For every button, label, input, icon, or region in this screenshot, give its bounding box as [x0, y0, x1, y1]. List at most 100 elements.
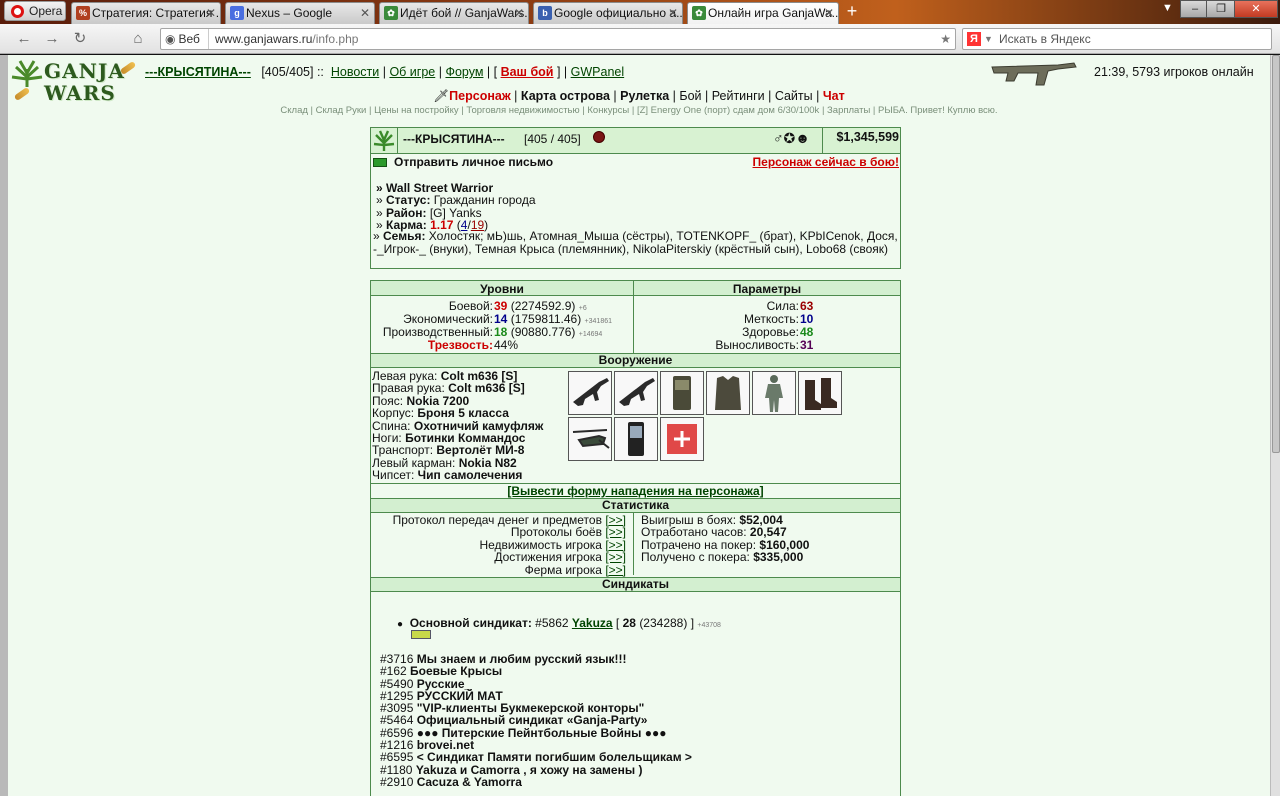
close-window-icon[interactable]: ✕: [1234, 0, 1278, 18]
opera-menu-button[interactable]: Opera: [4, 1, 66, 21]
main-syndicate: ● Основной синдикат: #5862 Yakuza [ 28 (…: [397, 616, 721, 630]
tab-bar: Opera % Стратегия: Стратегия ... ✕ g Nex…: [0, 0, 1280, 24]
your-battle-link[interactable]: Ваш бой: [501, 65, 554, 79]
profile-money: $1,345,599: [836, 130, 899, 144]
left-panel-edge: [0, 55, 8, 796]
globe-icon: ◉: [165, 32, 176, 46]
leaf-favicon-icon: ✿: [384, 6, 398, 20]
close-tab-icon[interactable]: ✕: [206, 3, 216, 23]
armament-list: Левая рука: Colt m636 [S] Правая рука: C…: [372, 369, 544, 483]
forward-icon[interactable]: →: [42, 29, 62, 49]
top-links: ---КРЫСЯТИНА--- [405/405] :: Новости | О…: [145, 65, 625, 79]
phone-pocket-slot-icon[interactable]: [614, 417, 658, 461]
status-dot-icon: [593, 131, 605, 143]
stats-title: Статистика: [371, 498, 900, 513]
scrollbar-thumb[interactable]: [1272, 55, 1280, 453]
send-mail-link[interactable]: Отправить личное письмо: [394, 155, 553, 169]
chipset-item[interactable]: Чип самолечения: [418, 468, 523, 482]
character-panel: Уровни Параметры Боевой: 39 (2274592.9) …: [370, 280, 901, 796]
bookmark-star-icon[interactable]: ★: [940, 29, 951, 49]
close-tab-icon[interactable]: ✕: [514, 3, 524, 23]
browser-tab[interactable]: b Google официально а... ✕: [533, 2, 683, 24]
tab-favicon-icon: %: [76, 6, 90, 20]
reload-icon[interactable]: ↻: [70, 29, 90, 49]
close-tab-icon[interactable]: ✕: [824, 3, 834, 23]
yandex-icon: Я: [967, 32, 981, 46]
in-battle-link[interactable]: Персонаж сейчас в бою!: [753, 155, 899, 169]
gwpanel-link[interactable]: GWPanel: [571, 65, 625, 79]
farm-link[interactable]: [>>]: [605, 563, 626, 577]
vertical-scrollbar[interactable]: [1270, 55, 1280, 796]
menu-sites[interactable]: Сайты: [775, 89, 813, 103]
close-tab-icon[interactable]: ✕: [360, 3, 370, 23]
rifle-slot-icon[interactable]: [614, 371, 658, 415]
profile-nick: ---КРЫСЯТИНА---: [403, 132, 505, 146]
menu-ratings[interactable]: Рейтинги: [712, 89, 765, 103]
main-menu: 🗡Персонаж | Карта острова | Рулетка | Бо…: [433, 89, 845, 103]
syndicates-title: Синдикаты: [371, 577, 900, 592]
back-icon[interactable]: ←: [14, 29, 34, 49]
profile-card: ---КРЫСЯТИНА--- [405 / 405] ♂✪☻ $1,345,5…: [370, 127, 901, 269]
tab-list-icon[interactable]: ▼: [1162, 2, 1173, 14]
browser-tab[interactable]: % Стратегия: Стратегия ... ✕: [71, 2, 221, 24]
server-time-online: 21:39, 5793 игроков онлайн: [1094, 65, 1254, 79]
player-hp: [405/405]: [261, 65, 314, 79]
sobriety-value: 44%: [494, 338, 519, 352]
camouflage-slot-icon[interactable]: [752, 371, 796, 415]
rifle-decoration-icon: [991, 62, 1077, 86]
about-link[interactable]: Об игре: [389, 65, 435, 79]
levels-title: Уровни: [480, 282, 524, 296]
armament-title: Вооружение: [371, 353, 900, 368]
browser-tab-active[interactable]: ✿ Онлайн игра GanjaWa... ✕: [687, 2, 839, 24]
new-tab-icon[interactable]: +: [843, 2, 861, 21]
close-tab-icon[interactable]: ✕: [668, 3, 678, 23]
url-host: www.ganjawars.ru: [215, 32, 313, 46]
level-row: 39 (2274592.9) +6: [494, 299, 587, 313]
medkit-chip-slot-icon[interactable]: [660, 417, 704, 461]
syndicate-item[interactable]: #2910 Cacuza & Yamorra: [380, 776, 692, 788]
armor-slot-icon[interactable]: [706, 371, 750, 415]
phone-belt-slot-icon[interactable]: [660, 371, 704, 415]
address-toolbar: ← → ↻ ⌂ ◉ Веб www.ganjawars.ru/info.php ★…: [0, 24, 1280, 54]
browser-tab[interactable]: ✿ Идёт бой // GanjaWars... ✕: [379, 2, 529, 24]
params-title: Параметры: [732, 282, 802, 296]
forum-link[interactable]: Форум: [445, 65, 483, 79]
helicopter-slot-icon[interactable]: [568, 417, 612, 461]
search-field[interactable]: Я ▼ Искать в Яндекс: [962, 28, 1272, 50]
address-field[interactable]: ◉ Веб www.ganjawars.ru/info.php ★: [160, 28, 956, 50]
menu-character[interactable]: Персонаж: [449, 89, 511, 103]
sub-menu[interactable]: Склад | Склад Руки | Цены на постройку |…: [8, 105, 1270, 116]
news-link[interactable]: Новости: [331, 65, 379, 79]
stats-links: Протокол передач денег и предметов [>>] …: [392, 513, 626, 577]
menu-battle[interactable]: Бой: [679, 89, 701, 103]
boots-slot-icon[interactable]: [798, 371, 842, 415]
opera-logo-icon: [11, 5, 24, 18]
leaf-favicon-icon: ✿: [692, 6, 706, 20]
leaf-icon: [373, 130, 395, 151]
web-badge[interactable]: ◉ Веб: [165, 29, 209, 49]
attack-form-link[interactable]: [Вывести форму нападения на персонажа]: [507, 484, 763, 498]
level-row: 14 (1759811.46) +341861: [494, 312, 612, 326]
profile-hp: [405 / 405]: [524, 132, 581, 146]
chevron-down-icon[interactable]: ▼: [984, 29, 993, 49]
profile-titlebar: ---КРЫСЯТИНА--- [405 / 405] ♂✪☻ $1,345,5…: [371, 128, 900, 154]
menu-island-map[interactable]: Карта острова: [521, 89, 610, 103]
knife-icon: 🗡: [433, 89, 450, 103]
browser-tab[interactable]: g Nexus – Google ✕: [225, 2, 375, 24]
mail-icon[interactable]: [373, 158, 387, 167]
home-icon[interactable]: ⌂: [128, 29, 148, 49]
syndicate-list: #3716 Мы знаем и любим русский язык!!! #…: [380, 653, 692, 788]
syndicate-badge-icon: [411, 630, 431, 639]
player-nick-link[interactable]: ---КРЫСЯТИНА---: [145, 65, 251, 79]
search-placeholder: Искать в Яндекс: [999, 32, 1091, 46]
profile-family: Холостяк; мЬ)шь, Атомная_Мыша (сёстры), …: [373, 229, 898, 256]
rifle-slot-icon[interactable]: [568, 371, 612, 415]
maximize-icon[interactable]: ❐: [1206, 0, 1236, 18]
main-syndicate-link[interactable]: Yakuza: [572, 616, 613, 630]
badge-icons: ♂✪☻: [773, 130, 810, 146]
menu-chat[interactable]: Чат: [823, 89, 845, 103]
site-header: GANJA WARS ---КРЫСЯТИНА--- [405/405] :: …: [8, 55, 1270, 116]
level-row: 18 (90880.776) +14694: [494, 325, 603, 339]
stats-values: Выигрыш в боях: $52,004 Отработано часов…: [641, 513, 810, 565]
menu-roulette[interactable]: Рулетка: [620, 89, 669, 103]
